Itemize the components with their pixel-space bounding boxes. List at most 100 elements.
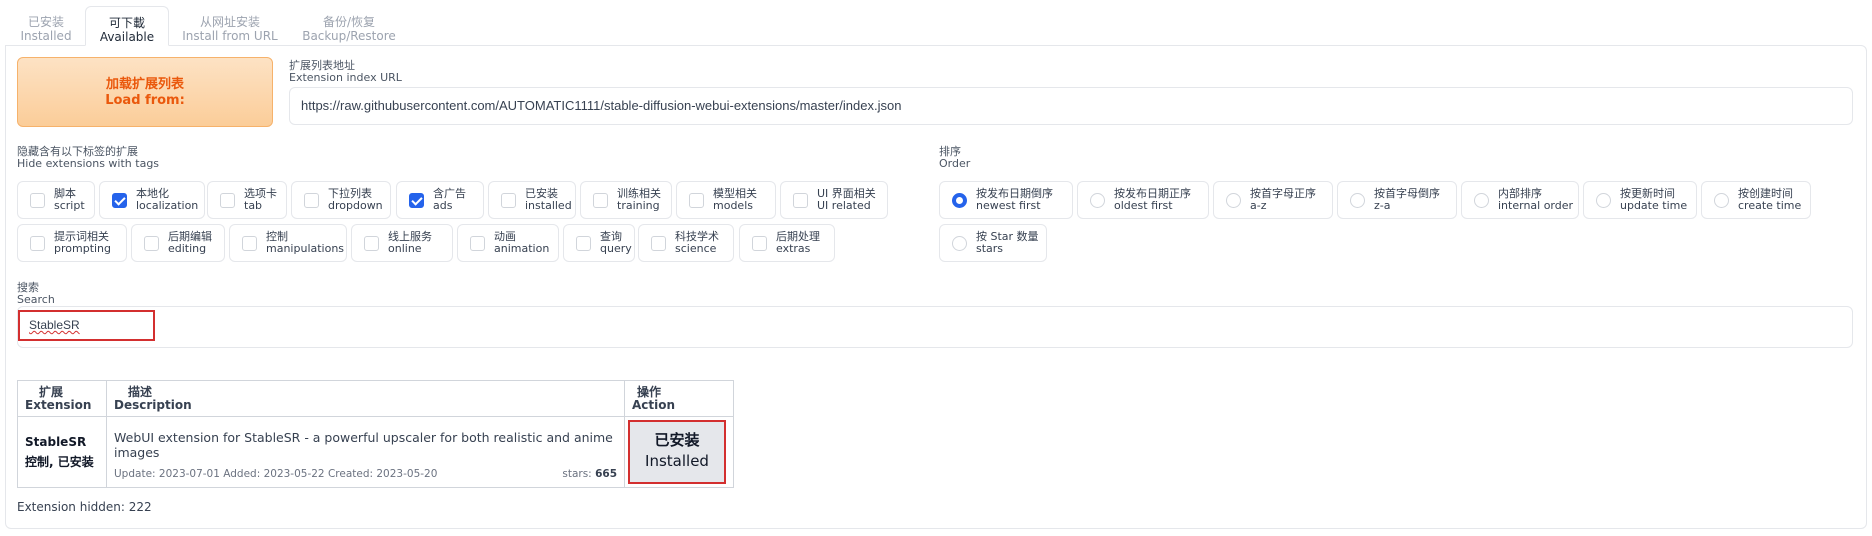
- tag-checkbox-science[interactable]: 科技学术 science: [638, 224, 734, 262]
- tag-checkbox-label: 科技学术 science: [675, 231, 719, 255]
- tab-label-en: Install from URL: [182, 29, 278, 43]
- extension-name[interactable]: StableSR: [25, 432, 99, 452]
- order-label-en: Order: [939, 157, 971, 170]
- checkbox-icon[interactable]: [470, 236, 485, 251]
- extensions-table: 扩展 Extension 描述 Description 操作 Action St…: [17, 380, 734, 488]
- tag-checkbox-localization[interactable]: 本地化 localization: [99, 181, 205, 219]
- checkbox-icon[interactable]: [220, 193, 235, 208]
- tag-checkbox-extras[interactable]: 后期处理 extras: [739, 224, 835, 262]
- tab-bar: 已安装 Installed 可下載 Available 从网址安装 Instal…: [0, 0, 1872, 46]
- tag-checkbox-training[interactable]: 训练相关 training: [580, 181, 672, 219]
- tab-backup-restore[interactable]: 备份/恢复 Backup/Restore: [297, 6, 401, 46]
- tag-checkbox-installed[interactable]: 已安装 installed: [488, 181, 576, 219]
- tab-label-zh: 备份/恢复: [322, 15, 376, 29]
- checkbox-icon[interactable]: [576, 236, 591, 251]
- tag-checkbox-label: 脚本 script: [54, 188, 85, 212]
- tag-checkbox-editing[interactable]: 后期编辑 editing: [131, 224, 225, 262]
- tag-checkbox-online[interactable]: 线上服务 online: [351, 224, 453, 262]
- tag-checkbox-query[interactable]: 查询 query: [563, 224, 635, 262]
- tag-checkbox-label: UI 界面相关 UI related: [817, 188, 876, 212]
- tab-label-zh: 从网址安装: [199, 15, 260, 29]
- tab-available[interactable]: 可下載 Available: [85, 6, 169, 46]
- tag-checkbox-tab[interactable]: 选项卡 tab: [207, 181, 287, 219]
- checkbox-icon[interactable]: [689, 193, 704, 208]
- order-radio-label-en: a-z: [1250, 199, 1267, 212]
- tab-install-from-url[interactable]: 从网址安装 Install from URL: [180, 6, 280, 46]
- checkbox-icon[interactable]: [364, 236, 379, 251]
- tag-checkbox-models[interactable]: 模型相关 models: [676, 181, 776, 219]
- tag-checkbox-label-en: localization: [136, 199, 199, 212]
- checkbox-icon[interactable]: [651, 236, 666, 251]
- tag-checkbox-label: 控制 manipulations: [266, 231, 344, 255]
- checkbox-icon[interactable]: [793, 193, 808, 208]
- tag-checkbox-script[interactable]: 脚本 script: [17, 181, 95, 219]
- checkbox-icon[interactable]: [144, 236, 159, 251]
- tag-checkbox-label: 选项卡 tab: [244, 188, 277, 212]
- radio-icon[interactable]: [952, 193, 967, 208]
- order-radio-label-en: stars: [976, 242, 1004, 255]
- tag-checkbox-label-en: tab: [244, 199, 263, 212]
- order-label: 排序 Order: [939, 146, 970, 170]
- tag-checkbox-label: 动画 animation: [494, 231, 549, 255]
- tag-checkbox-ads[interactable]: 含广告 ads: [396, 181, 484, 219]
- hide-tags-label-en: Hide extensions with tags: [17, 157, 160, 170]
- table-row: StableSR 控制, 已安装 WebUI extension for Sta…: [17, 416, 734, 488]
- order-radio-z-a[interactable]: 按首字母倒序 z-a: [1337, 181, 1457, 219]
- tag-checkbox-label-en: prompting: [54, 242, 112, 255]
- order-radio-create-time[interactable]: 按创建时间 create time: [1701, 181, 1811, 219]
- search-input[interactable]: [17, 306, 1853, 348]
- index-url-label: 扩展列表地址 Extension index URL: [289, 60, 402, 84]
- extension-index-url-input[interactable]: https://raw.githubusercontent.com/AUTOMA…: [289, 87, 1853, 125]
- radio-icon[interactable]: [1714, 193, 1729, 208]
- tag-checkbox-label: 已安装 installed: [525, 188, 572, 212]
- checkbox-icon[interactable]: [501, 193, 516, 208]
- tab-label-zh: 可下載: [108, 16, 145, 30]
- load-extension-list-button[interactable]: 加载扩展列表 Load from:: [17, 57, 273, 127]
- search-input-value[interactable]: StableSR: [18, 310, 155, 341]
- stars-label: stars:: [562, 468, 592, 480]
- hide-tags-label: 隐藏含有以下标签的扩展 Hide extensions with tags: [17, 146, 159, 170]
- order-radio-newest-first[interactable]: 按发布日期倒序 newest first: [939, 181, 1073, 219]
- radio-icon[interactable]: [1596, 193, 1611, 208]
- order-radio-update-time[interactable]: 按更新时间 update time: [1583, 181, 1697, 219]
- tag-checkbox-label: 训练相关 training: [617, 188, 661, 212]
- tag-checkbox-label-en: online: [388, 242, 422, 255]
- order-radio-internal-order[interactable]: 内部排序 internal order: [1461, 181, 1579, 219]
- order-radio-label-en: z-a: [1374, 199, 1391, 212]
- order-radio-oldest-first[interactable]: 按发布日期正序 oldest first: [1077, 181, 1209, 219]
- checkbox-icon[interactable]: [752, 236, 767, 251]
- order-radio-label-en: oldest first: [1114, 199, 1173, 212]
- radio-icon[interactable]: [1474, 193, 1489, 208]
- order-radio-label-en: update time: [1620, 199, 1688, 212]
- radio-icon[interactable]: [1350, 193, 1365, 208]
- order-radio-label: 按首字母倒序 z-a: [1374, 188, 1440, 212]
- tag-checkbox-ui-related[interactable]: UI 界面相关 UI related: [780, 181, 888, 219]
- extension-description: WebUI extension for StableSR - a powerfu…: [114, 430, 613, 460]
- radio-icon[interactable]: [1226, 193, 1241, 208]
- checkbox-icon[interactable]: [409, 193, 424, 208]
- order-radio-stars[interactable]: 按 Star 数量 stars: [939, 224, 1047, 262]
- col-header-description: 描述 Description: [106, 380, 625, 417]
- radio-icon[interactable]: [1090, 193, 1105, 208]
- checkbox-icon[interactable]: [242, 236, 257, 251]
- checkbox-icon[interactable]: [30, 236, 45, 251]
- radio-icon[interactable]: [952, 236, 967, 251]
- tag-checkbox-prompting[interactable]: 提示词相关 prompting: [17, 224, 127, 262]
- checkbox-icon[interactable]: [30, 193, 45, 208]
- tag-checkbox-label: 模型相关 models: [713, 188, 757, 212]
- tag-checkbox-label: 含广告 ads: [433, 188, 466, 212]
- checkbox-icon[interactable]: [304, 193, 319, 208]
- tag-checkbox-label-en: extras: [776, 242, 811, 255]
- extension-name-cell: StableSR 控制, 已安装: [17, 416, 107, 488]
- tag-checkbox-animation[interactable]: 动画 animation: [457, 224, 559, 262]
- checkbox-icon[interactable]: [593, 193, 608, 208]
- tab-label-en: Installed: [20, 29, 72, 43]
- tag-checkbox-label-en: editing: [168, 242, 207, 255]
- checkbox-icon[interactable]: [112, 193, 127, 208]
- order-radio-a-z[interactable]: 按首字母正序 a-z: [1213, 181, 1333, 219]
- stars-count: 665: [595, 468, 617, 480]
- tag-checkbox-manipulations[interactable]: 控制 manipulations: [229, 224, 347, 262]
- installed-button[interactable]: 已安装 Installed: [628, 420, 726, 484]
- tag-checkbox-dropdown[interactable]: 下拉列表 dropdown: [291, 181, 391, 219]
- tab-installed[interactable]: 已安装 Installed: [18, 6, 74, 46]
